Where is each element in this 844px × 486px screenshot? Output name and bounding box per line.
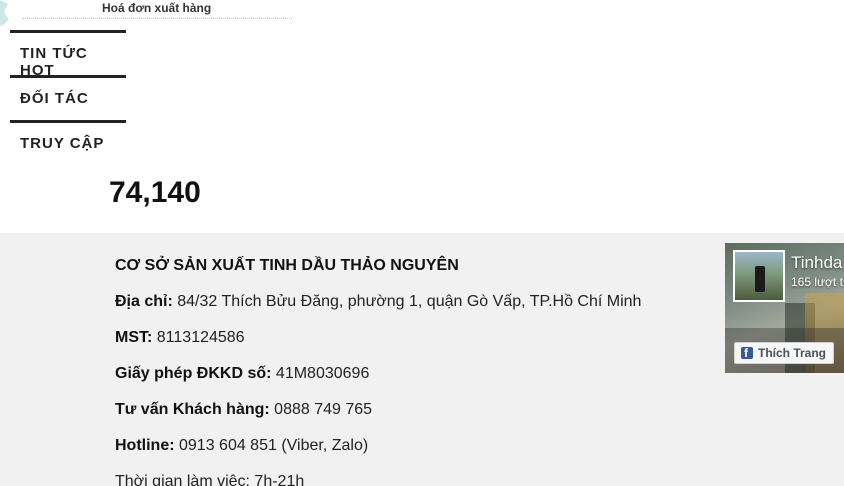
- customer-support-label: Tư vấn Khách hàng:: [115, 401, 270, 418]
- site-footer: CƠ SỞ SẢN XUẤT TINH DẦU THẢO NGUYÊN Địa …: [0, 233, 844, 486]
- decorative-leaf-icon: [0, 0, 9, 26]
- address-value: 84/32 Thích Bửu Đăng, phường 1, quận Gò …: [177, 293, 642, 310]
- working-hours-line: Thời gian làm việc: 7h-21h: [115, 473, 304, 486]
- facebook-page-widget[interactable]: Tinhda 165 lượt t Thích Trang: [725, 243, 844, 373]
- widget-heading-hot-news: TIN TỨC HOT: [10, 30, 126, 79]
- like-page-button[interactable]: Thích Trang: [734, 342, 834, 364]
- facebook-page-name[interactable]: Tinhda: [791, 253, 842, 273]
- customer-support-phone[interactable]: 0888 749 765: [274, 401, 372, 418]
- widget-heading-visits: TRUY CẬP: [10, 120, 126, 163]
- address-label: Địa chỉ:: [115, 293, 173, 310]
- facebook-likes-count: 165 lượt t: [791, 275, 843, 289]
- facebook-icon: [741, 346, 753, 360]
- widget-heading-label: TIN TỨC HOT: [20, 45, 88, 79]
- tax-code-label: MST:: [115, 329, 153, 346]
- hotline-line: Hotline: 0913 604 851 (Viber, Zalo): [115, 437, 368, 455]
- working-hours-value: Thời gian làm việc: 7h-21h: [115, 473, 305, 486]
- hotline-label: Hotline:: [115, 437, 175, 454]
- business-license-value: 41M8030696: [275, 365, 370, 382]
- widget-heading-label: ĐỐI TÁC: [20, 90, 89, 107]
- recent-post-link[interactable]: Hoá đơn xuất hàng: [22, 0, 292, 19]
- customer-support-line: Tư vấn Khách hàng: 0888 749 765: [115, 401, 372, 419]
- tax-code-value: 8113124586: [156, 329, 245, 346]
- company-name: CƠ SỞ SẢN XUẤT TINH DẦU THẢO NGUYÊN: [115, 257, 459, 274]
- avatar-bottle-shape: [755, 266, 765, 292]
- business-license-label: Giấy phép ĐKKD số:: [115, 365, 272, 382]
- widget-heading-partners: ĐỐI TÁC: [10, 75, 126, 118]
- business-license-line: Giấy phép ĐKKD số: 41M8030696: [115, 365, 369, 383]
- recent-post-title[interactable]: Hoá đơn xuất hàng: [102, 1, 211, 15]
- address-line: Địa chỉ: 84/32 Thích Bửu Đăng, phường 1,…: [115, 293, 641, 311]
- like-page-label: Thích Trang: [758, 346, 827, 360]
- avatar-image: [735, 252, 783, 300]
- page-avatar[interactable]: [733, 250, 785, 302]
- tax-code-line: MST: 8113124586: [115, 329, 245, 347]
- widget-heading-label: TRUY CẬP: [20, 135, 105, 152]
- hotline-phone[interactable]: 0913 604 851 (Viber, Zalo): [179, 437, 368, 454]
- visit-counter: 74,140: [109, 176, 201, 209]
- page: Hoá đơn xuất hàng TIN TỨC HOT ĐỐI TÁC TR…: [0, 0, 844, 486]
